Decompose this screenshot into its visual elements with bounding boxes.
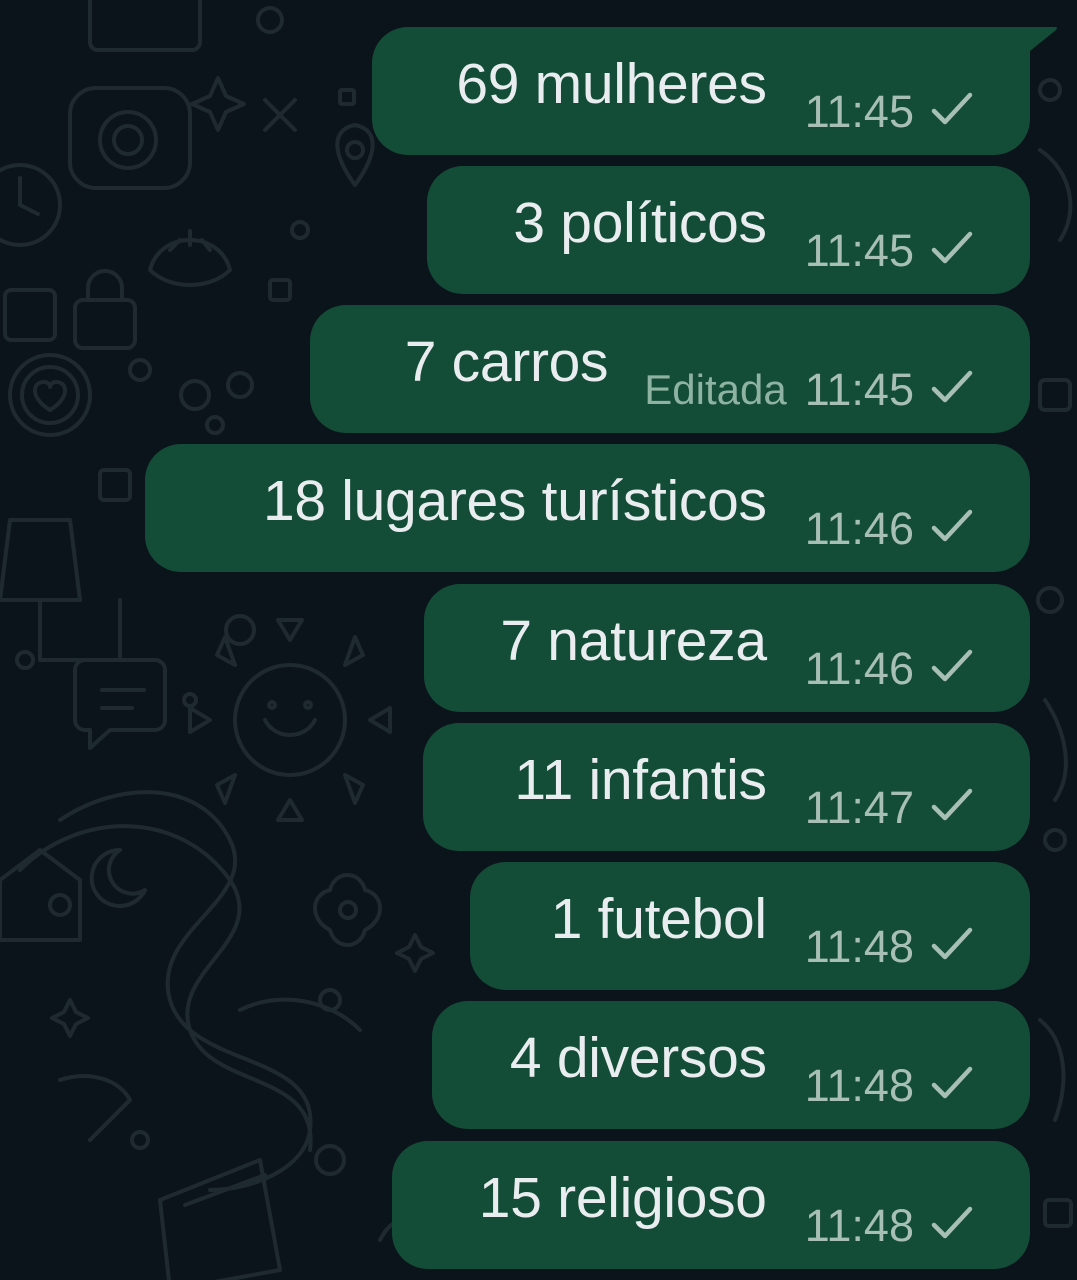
message-bubble[interactable]: 69 mulheres 11:45 <box>372 27 1057 155</box>
message-time: 11:48 <box>804 921 914 972</box>
message-list: 69 mulheres 11:45 3 políticos 11:45 7 ca… <box>0 0 1077 1280</box>
edited-label: Editada <box>644 366 787 413</box>
single-check-icon <box>931 649 973 682</box>
message-time: 11:45 <box>804 86 914 137</box>
message-time: 11:48 <box>804 1060 914 1111</box>
single-check-icon <box>931 927 973 960</box>
message-text: 1 futebol <box>550 886 767 951</box>
message-bubble[interactable]: 18 lugares turísticos 11:46 <box>145 444 1030 572</box>
message-meta: 11:48 <box>805 921 974 973</box>
message-meta: 11:45 <box>805 86 974 138</box>
message-text: 69 mulheres <box>456 51 767 116</box>
message-text: 7 carros <box>404 329 609 394</box>
message-text: 7 natureza <box>500 608 767 673</box>
bubble-tail-icon <box>1028 27 1057 51</box>
single-check-icon <box>931 1206 973 1239</box>
single-check-icon <box>931 1066 973 1099</box>
message-bubble[interactable]: 11 infantis 11:47 <box>423 723 1030 851</box>
single-check-icon <box>931 92 973 125</box>
message-bubble[interactable]: 4 diversos 11:48 <box>432 1001 1030 1129</box>
message-time: 11:45 <box>804 364 914 415</box>
single-check-icon <box>931 509 973 542</box>
message-bubble[interactable]: 7 natureza 11:46 <box>424 584 1030 712</box>
message-text: 18 lugares turísticos <box>262 468 767 533</box>
message-meta: 11:48 <box>805 1200 974 1252</box>
message-meta: 11:48 <box>805 1060 974 1112</box>
message-time: 11:45 <box>804 225 914 276</box>
message-text: 11 infantis <box>514 747 767 812</box>
single-check-icon <box>931 370 973 403</box>
message-bubble[interactable]: 7 carros Editada 11:45 <box>310 305 1030 433</box>
message-text: 4 diversos <box>509 1025 767 1090</box>
message-time: 11:46 <box>804 643 914 694</box>
message-meta: 11:45 <box>805 225 974 277</box>
message-text: 15 religioso <box>478 1165 767 1230</box>
message-bubble[interactable]: 3 políticos 11:45 <box>427 166 1030 294</box>
message-bubble[interactable]: 15 religioso 11:48 <box>392 1141 1030 1269</box>
message-text: 3 políticos <box>513 190 767 255</box>
message-bubble[interactable]: 1 futebol 11:48 <box>470 862 1030 990</box>
single-check-icon <box>931 788 973 821</box>
message-time: 11:48 <box>804 1200 914 1251</box>
message-meta: 11:46 <box>805 503 974 555</box>
message-meta: 11:47 <box>805 782 974 834</box>
single-check-icon <box>931 231 973 264</box>
message-meta: 11:46 <box>805 643 974 695</box>
message-time: 11:46 <box>804 503 914 554</box>
message-meta: Editada 11:45 <box>644 364 974 416</box>
message-time: 11:47 <box>804 782 914 833</box>
